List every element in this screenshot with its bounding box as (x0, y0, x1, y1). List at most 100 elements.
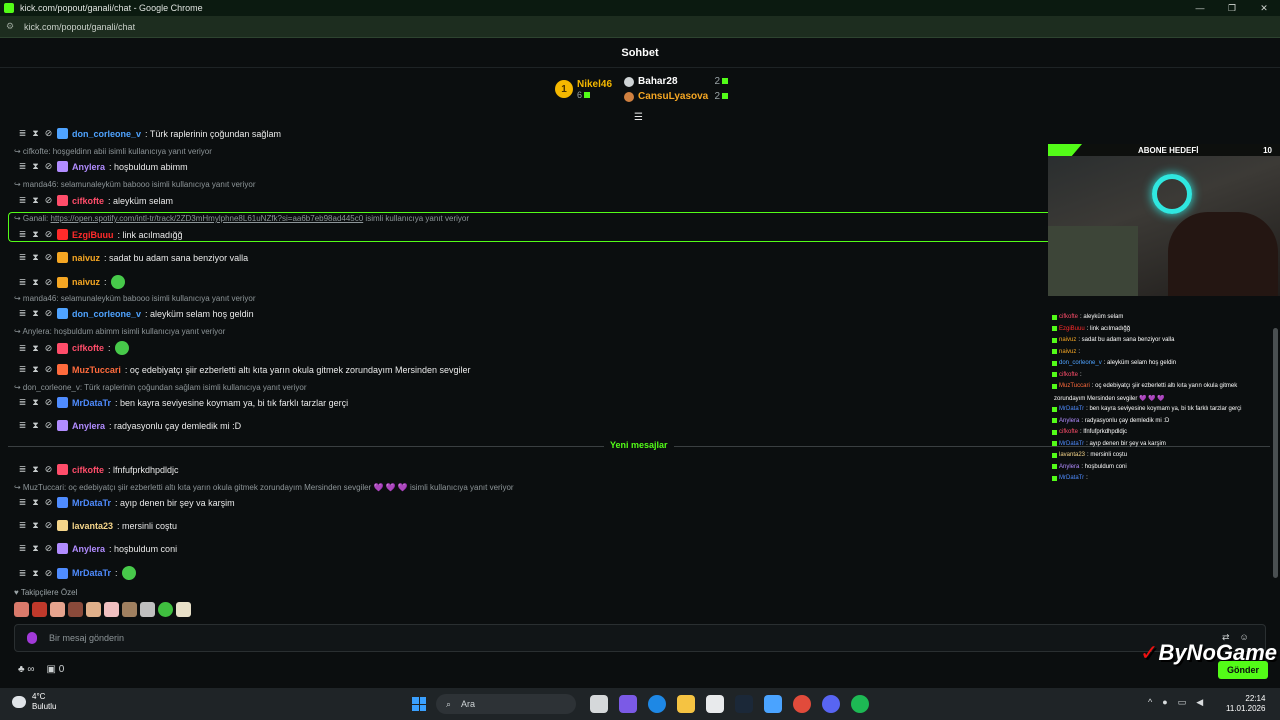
pin-icon[interactable]: ≣ (18, 343, 27, 354)
chrome-icon[interactable] (793, 695, 811, 713)
timeout-icon[interactable]: ⧗ (31, 520, 40, 531)
discord-icon[interactable] (822, 695, 840, 713)
close-button[interactable]: ✕ (1248, 0, 1280, 16)
emote-icon[interactable] (121, 566, 136, 580)
username[interactable]: don_corleone_v (72, 309, 141, 319)
chat-message[interactable]: ≣ ⧗ ⊘ naivuz: (18, 275, 125, 289)
volume-icon[interactable]: ◀ (1196, 697, 1203, 708)
ban-icon[interactable]: ⊘ (44, 497, 53, 508)
timeout-icon[interactable]: ⧗ (31, 568, 40, 579)
chat-message[interactable]: ≣ ⧗ ⊘ Anylera: hoşbuldum abimm (18, 161, 188, 172)
chat-message[interactable]: ≣ ⧗ ⊘ MrDataTr: (18, 566, 136, 580)
chat-message[interactable]: ≣ ⧗ ⊘ EzgiBuuu: link acılmadığğ (18, 229, 183, 240)
pin-icon[interactable]: ≣ (18, 497, 27, 508)
username[interactable]: MuzTuccari (72, 365, 121, 375)
emote-icon[interactable] (68, 602, 83, 617)
pin-icon[interactable]: ≣ (18, 277, 27, 288)
timeout-icon[interactable]: ⧗ (31, 128, 40, 139)
timeout-icon[interactable]: ⧗ (31, 229, 40, 240)
scrollbar[interactable] (1273, 328, 1278, 578)
address-bar[interactable]: ⚙ kick.com/popout/ganali/chat (0, 16, 1280, 38)
chat-message[interactable]: ≣ ⧗ ⊘ don_corleone_v: aleyküm selam hoş gel… (18, 308, 254, 319)
timeout-icon[interactable]: ⧗ (31, 195, 40, 206)
ban-icon[interactable]: ⊘ (44, 128, 53, 139)
username[interactable]: cifkofte (72, 465, 104, 475)
username[interactable]: Anylera (72, 544, 105, 554)
emote-icon[interactable] (50, 602, 65, 617)
pin-icon[interactable]: ≣ (18, 252, 27, 263)
chat-message[interactable]: ≣ ⧗ ⊘ MrDataTr: ayıp denen bir şey va karşi… (18, 497, 235, 508)
chat-message[interactable]: ≣ ⧗ ⊘ MuzTuccari: oç edebiyatçı şiir ezberl… (18, 364, 471, 375)
username[interactable]: MrDataTr (72, 498, 111, 508)
emote-icon[interactable] (14, 602, 29, 617)
mail-icon[interactable] (764, 695, 782, 713)
ban-icon[interactable]: ⊘ (44, 464, 53, 475)
reply-context[interactable]: ↪ Anylera: hoşbuldum abimm isimli kullan… (14, 327, 225, 336)
ban-icon[interactable]: ⊘ (44, 343, 53, 354)
emote-icon[interactable] (114, 341, 129, 355)
leader-third[interactable]: CansuLyasova 2 (624, 91, 729, 102)
pin-icon[interactable]: ≣ (18, 161, 27, 172)
username[interactable]: MrDataTr (72, 398, 111, 408)
chat-message[interactable]: ≣ ⧗ ⊘ Anylera: radyasyonlu çay demledik mi … (18, 420, 241, 431)
ban-icon[interactable]: ⊘ (44, 161, 53, 172)
timeout-icon[interactable]: ⧗ (31, 161, 40, 172)
infinity-stat[interactable]: ♣ ∞ (18, 664, 34, 675)
chat-message[interactable]: ≣ ⧗ ⊘ lavanta23: mersinli coştu (18, 520, 177, 531)
network-icon[interactable]: ▭ (1178, 697, 1187, 708)
ban-icon[interactable]: ⊘ (44, 308, 53, 319)
ban-icon[interactable]: ⊘ (44, 543, 53, 554)
username[interactable]: Anylera (72, 421, 105, 431)
taskbar-search[interactable]: ⌕ Ara (436, 694, 576, 714)
chat-message[interactable]: ≣ ⧗ ⊘ cifkofte: (18, 341, 129, 355)
username[interactable]: naivuz (72, 277, 100, 287)
timeout-icon[interactable]: ⧗ (31, 543, 40, 554)
username[interactable]: don_corleone_v (72, 129, 141, 139)
emote-icon[interactable] (32, 602, 47, 617)
reply-context[interactable]: ↪ cifkofte: hoşgeldinn abii isimli kulla… (14, 147, 212, 156)
username[interactable]: EzgiBuuu (72, 230, 114, 240)
reply-context[interactable]: ↪ manda46: selamunaleyküm babooo isimli … (14, 180, 255, 189)
microphone-icon[interactable]: ● (1162, 697, 1167, 708)
emote-icon[interactable] (122, 602, 137, 617)
ban-icon[interactable]: ⊘ (44, 420, 53, 431)
pin-icon[interactable]: ≣ (18, 229, 27, 240)
site-settings-icon[interactable]: ⚙ (6, 21, 20, 32)
ban-icon[interactable]: ⊘ (44, 364, 53, 375)
chat-message[interactable]: ≣ ⧗ ⊘ naivuz: sadat bu adam sana benziyor v… (18, 252, 248, 263)
ban-icon[interactable]: ⊘ (44, 568, 53, 579)
username[interactable]: Anylera (72, 162, 105, 172)
url-text[interactable]: kick.com/popout/ganali/chat (24, 22, 135, 32)
chat-message[interactable]: ≣ ⧗ ⊘ don_corleone_v: Türk raplerinin çoğun… (18, 128, 281, 139)
username[interactable]: naivuz (72, 253, 100, 263)
chat-message[interactable]: ≣ ⧗ ⊘ cifkofte: lfnfufprkdhpdldjc (18, 464, 179, 475)
chat-input[interactable]: Bir mesaj gönderin (14, 624, 1266, 652)
chat-message[interactable]: ≣ ⧗ ⊘ MrDataTr: ben kayra seviyesine koymam… (18, 397, 348, 408)
ban-icon[interactable]: ⊘ (44, 252, 53, 263)
emote-icon[interactable] (158, 602, 173, 617)
reply-context[interactable]: ↪ Ganali: https://open.spotify.com/intl-… (14, 214, 469, 223)
pin-icon[interactable]: ≣ (18, 128, 27, 139)
mic-icon[interactable] (27, 632, 37, 644)
username[interactable]: cifkofte (72, 343, 104, 353)
send-button[interactable]: Gönder (1218, 661, 1268, 679)
chat-message[interactable]: ≣ ⧗ ⊘ cifkofte: aleyküm selam (18, 195, 173, 206)
edge-icon[interactable] (648, 695, 666, 713)
username[interactable]: cifkofte (72, 196, 104, 206)
timeout-icon[interactable]: ⧗ (31, 343, 40, 354)
pin-icon[interactable]: ≣ (18, 520, 27, 531)
ban-icon[interactable]: ⊘ (44, 229, 53, 240)
weather-widget[interactable]: 4°C Bulutlu (12, 692, 56, 712)
username[interactable]: MrDataTr (72, 568, 111, 578)
store-icon[interactable] (706, 695, 724, 713)
reply-context[interactable]: ↪ don_corleone_v: Türk raplerinin çoğund… (14, 383, 306, 392)
chat-message[interactable]: ≣ ⧗ ⊘ Anylera: hoşbuldum coni (18, 543, 177, 554)
ban-icon[interactable]: ⊘ (44, 195, 53, 206)
leader-first[interactable]: 1 Nikel46 6 (555, 76, 612, 102)
restore-button[interactable]: ❐ (1216, 0, 1248, 16)
pin-icon[interactable]: ≣ (18, 397, 27, 408)
copilot-icon[interactable] (619, 695, 637, 713)
timeout-icon[interactable]: ⧗ (31, 420, 40, 431)
reply-context[interactable]: ↪ manda46: selamunaleyküm babooo isimli … (14, 294, 255, 303)
timeout-icon[interactable]: ⧗ (31, 464, 40, 475)
